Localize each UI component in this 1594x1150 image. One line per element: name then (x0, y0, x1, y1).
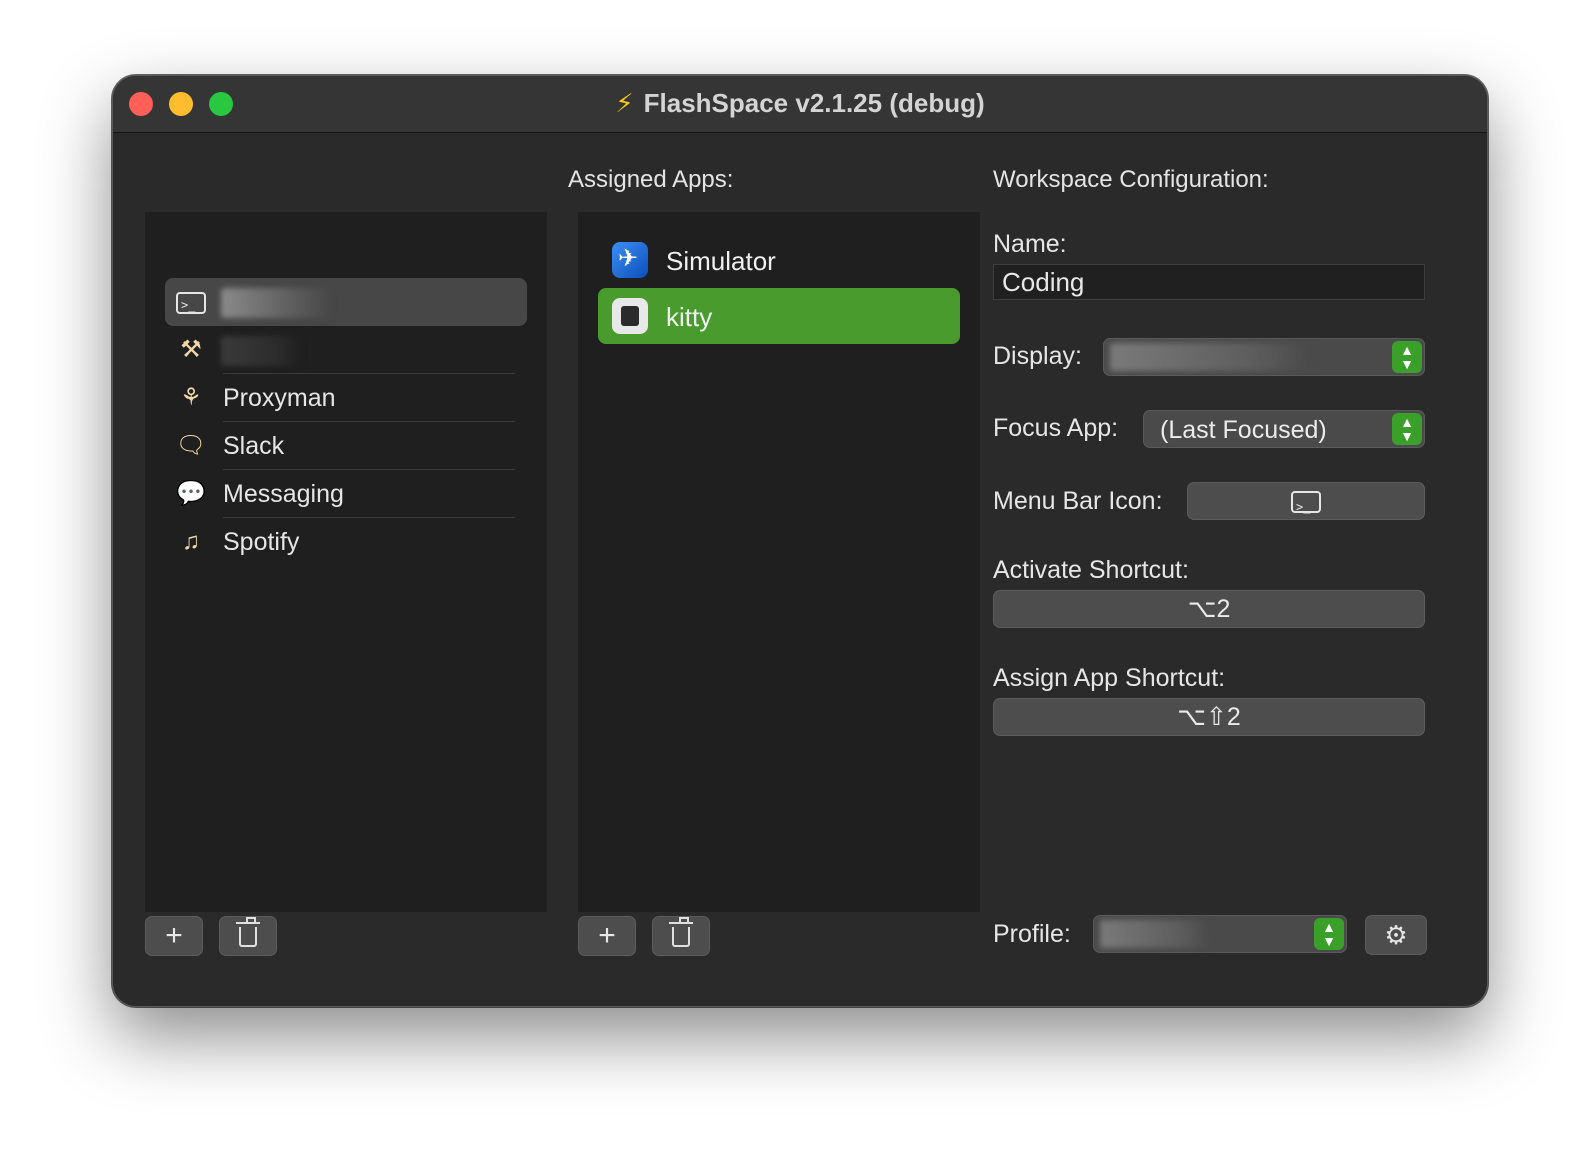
workspace-item-slack[interactable]: 🗨 Slack (165, 422, 527, 470)
redacted-profile-name (1100, 920, 1210, 948)
chevron-up-down-icon: ▲ ▼ (1314, 918, 1344, 950)
workspace-item-terminal[interactable] (165, 278, 527, 326)
workspace-name-field[interactable] (993, 264, 1425, 300)
workspace-item-hammer[interactable]: ⚒ (165, 326, 527, 374)
proxyman-nodes-icon: ⚘ (180, 384, 202, 411)
assign-app-shortcut-recorder[interactable]: ⌥⇧2 (993, 698, 1425, 736)
chevron-up-down-icon: ▲ ▼ (1392, 341, 1422, 373)
workspace-item-proxyman[interactable]: ⚘ Proxyman (165, 374, 527, 422)
trash-icon (669, 917, 693, 947)
display-popup[interactable]: ▲ ▼ (1103, 338, 1425, 376)
workspaces-list[interactable]: ⚒ ⚘ Proxyman 🗨 Slack 💬 Messaging ♫ Spoti… (145, 212, 547, 912)
hammer-icon: ⚒ (180, 336, 202, 363)
redacted-workspace-name (221, 336, 301, 366)
chevron-up-down-icon: ▲ ▼ (1392, 413, 1422, 445)
assigned-apps-label: Assigned Apps: (568, 166, 734, 193)
delete-app-button[interactable] (652, 916, 710, 956)
add-app-button[interactable]: + (578, 916, 636, 956)
activate-shortcut-label: Activate Shortcut: (993, 556, 1189, 584)
workspace-item-spotify[interactable]: ♫ Spotify (165, 518, 527, 566)
settings-button[interactable]: ⚙ (1365, 915, 1427, 955)
assign-app-shortcut-label: Assign App Shortcut: (993, 664, 1226, 692)
terminal-icon (1291, 489, 1321, 525)
speech-bubble-outline-icon: 🗨 (175, 432, 207, 459)
focus-app-label: Focus App: (993, 414, 1119, 442)
workspace-item-messaging[interactable]: 💬 Messaging (165, 470, 527, 518)
window-title: ⚡ FlashSpace v2.1.25 (debug) (615, 88, 985, 118)
menu-bar-icon-button[interactable] (1187, 482, 1425, 525)
delete-workspace-button[interactable] (219, 916, 277, 956)
name-label: Name: (993, 230, 1067, 258)
kitty-app-icon (612, 298, 648, 334)
profile-label: Profile: (993, 920, 1071, 948)
title-bar[interactable]: ⚡ FlashSpace v2.1.25 (debug) (113, 76, 1487, 133)
focus-app-popup[interactable]: (Last Focused) ▲ ▼ (1143, 410, 1425, 448)
profile-popup[interactable]: ▲ ▼ (1093, 915, 1347, 953)
music-list-icon: ♫ (182, 528, 200, 555)
menu-bar-icon-label: Menu Bar Icon: (993, 487, 1163, 515)
app-item-simulator[interactable]: Simulator (598, 232, 960, 288)
speech-bubble-filled-icon: 💬 (176, 480, 206, 507)
simulator-app-icon (612, 242, 648, 278)
display-label: Display: (993, 342, 1082, 370)
redacted-workspace-name (221, 288, 331, 318)
workspace-configuration-header: Workspace Configuration: (993, 166, 1269, 193)
app-window: ⚡FlashSpace v2.1.25 (debug) ⚒ ⚘ Proxyman… (112, 75, 1488, 1007)
add-workspace-button[interactable]: + (145, 916, 203, 956)
app-item-kitty[interactable]: kitty (598, 288, 960, 344)
trash-icon (236, 917, 260, 947)
gear-icon: ⚙ (1384, 920, 1408, 950)
redacted-display-name (1110, 343, 1310, 371)
terminal-icon (175, 287, 207, 320)
lightning-bolt-icon: ⚡ (615, 88, 634, 118)
assigned-apps-list[interactable]: Simulator kitty (578, 212, 980, 912)
activate-shortcut-recorder[interactable]: ⌥2 (993, 590, 1425, 628)
